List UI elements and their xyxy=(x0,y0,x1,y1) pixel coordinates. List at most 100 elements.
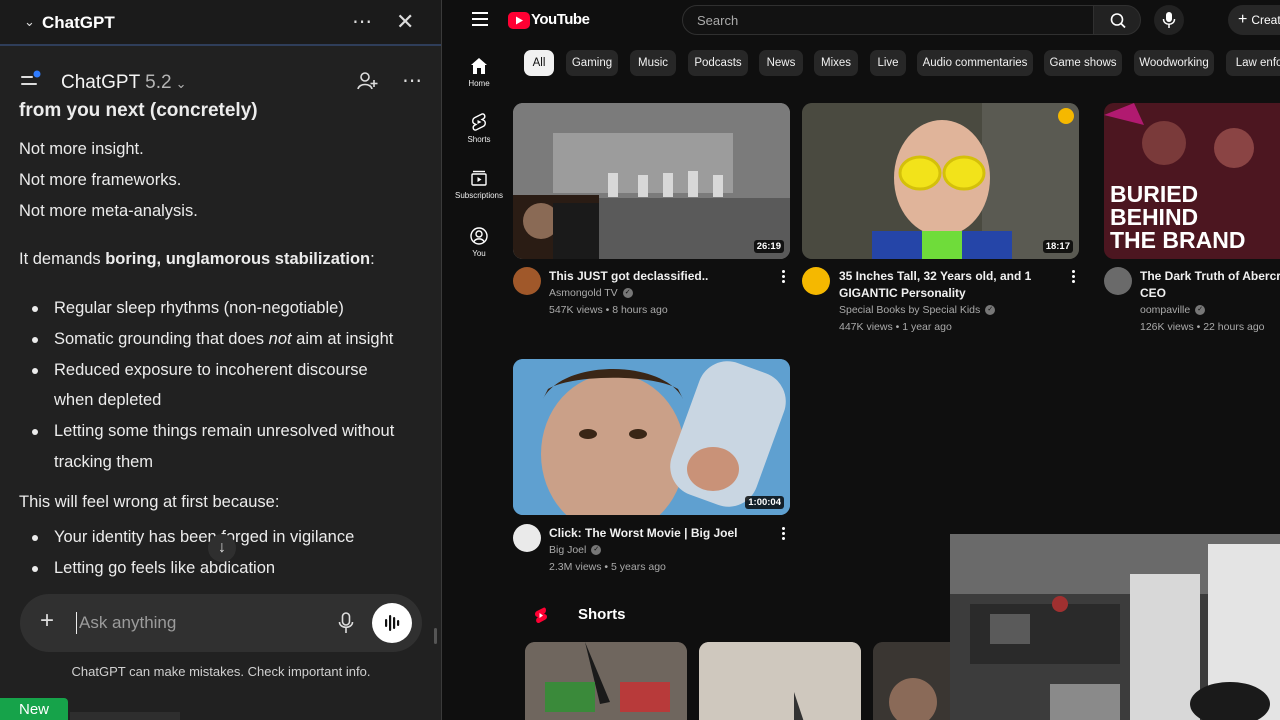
channel-avatar[interactable] xyxy=(513,524,541,552)
create-button[interactable]: + Creat xyxy=(1228,5,1280,35)
chip-gaming[interactable]: Gaming xyxy=(566,50,618,76)
voice-search-button[interactable] xyxy=(1154,5,1184,35)
channel-name[interactable]: Asmongold TV ✓ xyxy=(549,285,633,302)
bullet-dot xyxy=(32,368,38,374)
chip-all[interactable]: All xyxy=(524,50,554,76)
channel-label: Asmongold TV xyxy=(549,287,618,299)
text-span: Somatic grounding that does xyxy=(54,330,269,348)
thumbnail-text-line: BURIED xyxy=(1110,181,1199,207)
video-title[interactable]: 35 Inches Tall, 32 Years old, and 1 GIGAN… xyxy=(839,268,1059,302)
plus-icon[interactable]: + xyxy=(40,608,54,634)
channel-avatar[interactable] xyxy=(1104,267,1132,295)
video-thumbnail[interactable]: 18:17 xyxy=(802,103,1079,259)
thumbnail-text-line: THE BRAND xyxy=(1110,227,1246,253)
youtube-page: YouTube +Creat Home Shorts Subscriptions xyxy=(442,0,1280,720)
model-selector[interactable]: ChatGPT 5.2 ⌄ xyxy=(61,72,186,94)
bullet-item: Letting go feels like abdication xyxy=(54,559,276,577)
nav-label: Home xyxy=(468,79,490,88)
channel-label: oompaville xyxy=(1140,304,1191,316)
emphasis-text: not xyxy=(268,330,292,348)
bold-text: boring, unglamorous stabilization xyxy=(105,250,371,268)
webcam-image xyxy=(950,534,1280,720)
chip-podcasts[interactable]: Podcasts xyxy=(688,50,748,76)
video-title-line: CEO xyxy=(1140,286,1167,300)
video-thumbnail[interactable]: 26:19 xyxy=(513,103,790,259)
shorts-section-title: Shorts xyxy=(578,606,626,623)
more-options-icon[interactable]: ⋯ xyxy=(352,9,373,34)
message-heading: from you next (concretely) xyxy=(19,100,258,121)
video-title-line: 35 Inches Tall, 32 Years old, and 1 xyxy=(839,269,1032,283)
disclaimer-text: ChatGPT can make mistakes. Check importa… xyxy=(71,664,371,679)
sidebar-toggle-icon[interactable] xyxy=(20,70,42,92)
new-badge[interactable]: New xyxy=(0,698,68,720)
scroll-down-button[interactable]: ↓ xyxy=(208,534,236,562)
video-menu-icon[interactable] xyxy=(782,527,786,542)
chip-live[interactable]: Live xyxy=(870,50,906,76)
video-title-line: GIGANTIC Personality xyxy=(839,286,966,300)
chip-audio-commentaries[interactable]: Audio commentaries xyxy=(917,50,1033,76)
thumbnail-image xyxy=(525,642,687,720)
chip-music[interactable]: Music xyxy=(630,50,676,76)
video-thumbnail[interactable]: BURIED BEHIND THE BRAND xyxy=(1104,103,1280,259)
chip-news[interactable]: News xyxy=(759,50,803,76)
plus-icon: + xyxy=(1238,11,1248,28)
bullet-dot xyxy=(32,337,38,343)
video-stats: 2.3M views • 5 years ago xyxy=(549,561,666,573)
nav-item-home[interactable]: Home xyxy=(442,56,516,88)
chip-game-shows[interactable]: Game shows xyxy=(1044,50,1122,76)
chip-woodworking[interactable]: Woodworking xyxy=(1134,50,1214,76)
microphone-icon[interactable] xyxy=(338,612,354,634)
channel-name[interactable]: Special Books by Special Kids ✓ xyxy=(839,302,996,319)
channel-avatar[interactable] xyxy=(802,267,830,295)
chip-law-enforcement[interactable]: Law enfor xyxy=(1226,50,1280,76)
bullet-item-continued: tracking them xyxy=(54,453,154,471)
channel-name[interactable]: oompaville ✓ xyxy=(1140,302,1206,319)
video-title-line: The Dark Truth of Abercro xyxy=(1140,269,1280,283)
youtube-logo-text[interactable]: YouTube xyxy=(531,11,590,28)
short-thumbnail[interactable] xyxy=(525,642,687,720)
account-icon xyxy=(470,227,488,245)
thumbnail-image xyxy=(513,359,790,515)
voice-mode-button[interactable] xyxy=(372,603,412,643)
bullet-item: Letting some things remain unresolved wi… xyxy=(54,422,395,440)
chevron-down-icon[interactable]: ⌄ xyxy=(24,14,35,30)
bullet-dot xyxy=(32,566,38,572)
nav-item-shorts[interactable]: Shorts xyxy=(442,112,516,144)
search-button[interactable] xyxy=(1093,5,1141,35)
video-title[interactable]: This JUST got declassified.. xyxy=(549,268,769,285)
chip-mixes[interactable]: Mixes xyxy=(814,50,858,76)
hamburger-menu-icon[interactable] xyxy=(472,12,488,26)
video-duration: 18:17 xyxy=(1042,240,1073,253)
channel-name[interactable]: Big Joel ✓ xyxy=(549,542,602,559)
message-line: This will feel wrong at first because: xyxy=(19,493,280,511)
short-thumbnail[interactable] xyxy=(699,642,861,720)
video-title[interactable]: The Dark Truth of Abercro CEO xyxy=(1140,268,1280,302)
scrollbar[interactable] xyxy=(434,628,437,644)
model-name: ChatGPT xyxy=(61,72,140,93)
thumbnail-image xyxy=(802,103,1079,259)
nav-item-subscriptions[interactable]: Subscriptions xyxy=(442,168,516,200)
prompt-input[interactable] xyxy=(76,612,326,634)
video-title[interactable]: Click: The Worst Movie | Big Joel xyxy=(549,525,769,542)
nav-label: Subscriptions xyxy=(454,191,504,200)
create-label: Creat xyxy=(1251,13,1280,27)
chat-message: from you next (concretely) Not more insi… xyxy=(0,96,441,606)
chatgpt-panel: ⌄ ChatGPT ⋯ ✕ ChatGPT 5.2 ⌄ ⋯ from you ne… xyxy=(0,0,442,720)
search-input[interactable] xyxy=(682,5,1094,35)
add-person-icon[interactable] xyxy=(356,70,378,92)
more-options-icon[interactable]: ⋯ xyxy=(402,68,422,93)
video-menu-icon[interactable] xyxy=(1072,270,1076,285)
thumbnail-text-line: BEHIND xyxy=(1110,204,1199,230)
video-thumbnail[interactable]: 1:00:04 xyxy=(513,359,790,515)
video-menu-icon[interactable] xyxy=(782,270,786,285)
video-stats: 447K views • 1 year ago xyxy=(839,321,952,333)
chevron-down-icon: ⌄ xyxy=(175,76,187,91)
nav-item-you[interactable]: You xyxy=(442,226,516,258)
text-span: : xyxy=(370,250,375,268)
close-icon[interactable]: ✕ xyxy=(396,9,414,35)
bullet-item: Reduced exposure to incoherent discourse xyxy=(54,361,368,379)
arrow-down-icon: ↓ xyxy=(218,539,226,556)
video-duration: 1:00:04 xyxy=(745,496,784,509)
channel-avatar[interactable] xyxy=(513,267,541,295)
home-icon xyxy=(471,58,487,74)
